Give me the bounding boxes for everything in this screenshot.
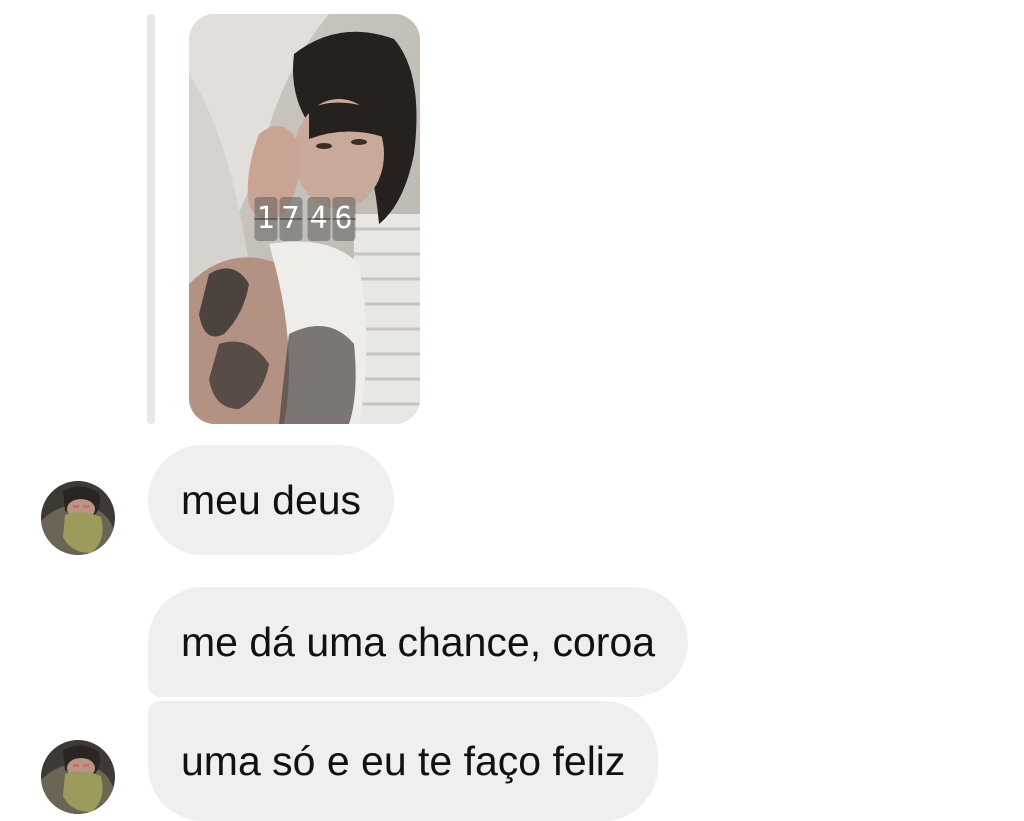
message-text: meu deus bbox=[181, 476, 362, 523]
message-text: me dá uma chance, coroa bbox=[181, 618, 656, 665]
sender-avatar[interactable] bbox=[41, 481, 115, 555]
flip-clock-digit: 6 bbox=[332, 197, 355, 241]
flip-clock-digit: 7 bbox=[279, 197, 302, 241]
avatar-photo bbox=[41, 740, 115, 814]
flip-clock-minutes: 4 6 bbox=[307, 197, 355, 241]
message-bubble[interactable]: uma só e eu te faço feliz bbox=[148, 701, 659, 821]
flip-clock-sticker: 1 7 4 6 bbox=[254, 197, 355, 241]
sender-avatar[interactable] bbox=[41, 740, 115, 814]
flip-clock-digit: 1 bbox=[254, 197, 277, 241]
reply-quote-bar bbox=[147, 14, 155, 424]
story-reply-thumbnail[interactable]: 1 7 4 6 bbox=[189, 14, 420, 424]
avatar-photo bbox=[41, 481, 115, 555]
message-bubble[interactable]: meu deus bbox=[148, 445, 395, 555]
message-text: uma só e eu te faço feliz bbox=[181, 737, 626, 784]
flip-clock-digit: 4 bbox=[307, 197, 330, 241]
flip-clock-hours: 1 7 bbox=[254, 197, 302, 241]
message-bubble[interactable]: me dá uma chance, coroa bbox=[148, 587, 689, 697]
